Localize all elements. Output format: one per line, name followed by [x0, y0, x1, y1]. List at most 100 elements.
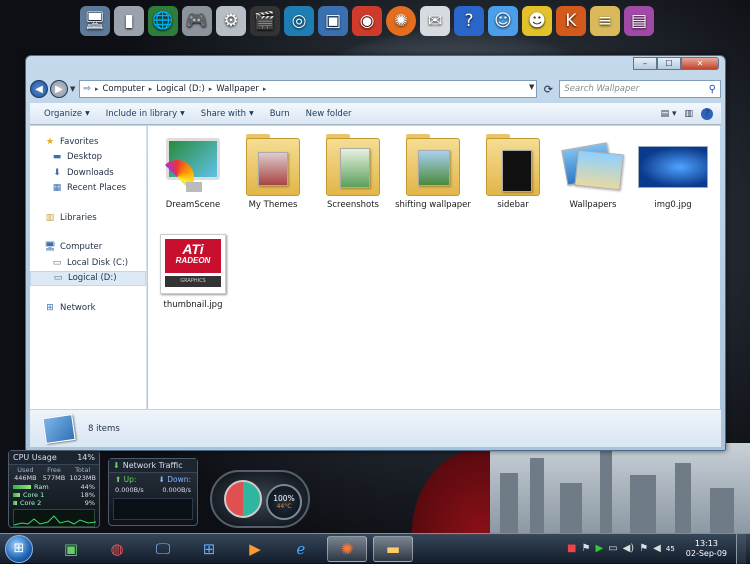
yahoo-messenger-icon[interactable]: ☻ — [522, 6, 552, 36]
nav-downloads[interactable]: ⬇ Downloads — [30, 165, 146, 181]
globe-icon[interactable]: 🌐 — [148, 6, 178, 36]
back-button[interactable]: ◀ — [30, 80, 48, 98]
cpu-title: CPU Usage — [13, 453, 57, 462]
volume-icon[interactable]: ◀) — [623, 543, 635, 554]
media-player-icon[interactable]: ◎ — [284, 6, 314, 36]
pc-tower-icon[interactable]: ▮ — [114, 6, 144, 36]
nav-recent-places[interactable]: ▦ Recent Places — [30, 181, 146, 197]
file-item[interactable]: Screenshots — [314, 132, 392, 211]
file-item[interactable]: ATi RADEON GRAPHICS thumbnail.jpg — [154, 232, 232, 311]
task-manager-icon[interactable]: ▣ — [51, 536, 91, 562]
nav-favorites[interactable]: ★ Favorites — [30, 134, 146, 150]
monitor-icon[interactable]: 🖵 — [143, 536, 183, 562]
share-with-button[interactable]: Share with ▼ — [195, 109, 260, 119]
nav-libraries-label: Libraries — [60, 212, 97, 223]
network-traffic-gadget[interactable]: ⬇ Network Traffic ⬆ Up: ⬇ Down: 0.000B/s … — [108, 458, 198, 526]
nav-computer[interactable]: 🖥 Computer — [30, 240, 146, 256]
messenger-icon[interactable]: ☺ — [488, 6, 518, 36]
address-dropdown-icon[interactable]: ▼ — [529, 83, 534, 91]
media-center-icon[interactable]: ◉ — [352, 6, 382, 36]
preview-pane-icon[interactable]: ▥ — [684, 109, 693, 119]
action-center-icon[interactable]: ⚑ — [639, 543, 648, 554]
winrar-icon[interactable]: ▤ — [624, 6, 654, 36]
address-row: ◀ ▶ ▼ ⇨ ▸ Computer ▸ Logical (D:) ▸ Wallpap… — [30, 78, 721, 100]
firefox-icon[interactable]: ✺ — [386, 6, 416, 36]
file-name: My Themes — [248, 200, 298, 210]
windows-icon[interactable]: ⊞ — [189, 536, 229, 562]
help-icon[interactable]: ? — [701, 107, 713, 120]
file-item[interactable]: img0.jpg — [634, 132, 712, 211]
recent-pages-dropdown[interactable]: ▼ — [70, 85, 75, 93]
nav-network-label: Network — [60, 302, 96, 313]
media-player-icon[interactable]: ▶ — [235, 536, 275, 562]
firefox-icon[interactable]: ✺ — [327, 535, 367, 562]
show-desktop-button[interactable] — [736, 533, 746, 564]
breadcrumb-logical-d[interactable]: Logical (D:) — [156, 84, 205, 94]
nav-network[interactable]: ⊞ Network — [30, 300, 146, 316]
photos-icon — [558, 132, 628, 198]
drive-stack-icon[interactable]: ≡ — [590, 6, 620, 36]
mail-icon[interactable]: ✉ — [420, 6, 450, 36]
file-item[interactable]: DreamScene — [154, 132, 232, 211]
help-icon[interactable]: ? — [454, 6, 484, 36]
breadcrumb-computer[interactable]: Computer — [102, 84, 144, 94]
address-bar[interactable]: ⇨ ▸ Computer ▸ Logical (D:) ▸ Wallpaper ▸ ▼ — [79, 80, 538, 98]
nav-libraries[interactable]: ▥ Libraries — [30, 210, 146, 226]
file-item[interactable]: sidebar — [474, 132, 552, 211]
search-icon[interactable]: ⚲ — [709, 84, 716, 95]
maximize-button[interactable]: ☐ — [657, 57, 681, 70]
change-view-icon[interactable]: ▤ ▾ — [661, 109, 677, 119]
image-thumbnail — [638, 132, 708, 198]
core1-bar: Core 1 18% — [9, 491, 99, 499]
computer-icon[interactable]: 🖥 — [80, 6, 110, 36]
clapperboard-icon[interactable]: 🎬 — [250, 6, 280, 36]
internet-explorer-icon[interactable]: ℯ — [281, 536, 321, 562]
start-button[interactable]: ⊞ — [5, 534, 33, 563]
include-in-library-button[interactable]: Include in library ▼ — [100, 109, 191, 119]
control-panel-icon[interactable]: ⚙ — [216, 6, 246, 36]
nav-desktop[interactable]: ▬ Desktop — [30, 150, 146, 166]
taskbar-apps: ▣ ◍ 🖵 ⊞ ▶ ℯ ✺ ▬ — [51, 535, 413, 562]
connection-icon[interactable]: ▭ — [608, 543, 617, 554]
cpu-usage-gadget[interactable]: CPU Usage 14% Used Free Total 446MB 577MB… — [8, 450, 100, 528]
clock-date: 02-Sep-09 — [685, 548, 727, 558]
burn-button[interactable]: Burn — [264, 109, 296, 119]
computer-icon: 🖥 — [44, 242, 56, 253]
close-button[interactable]: ✕ — [681, 57, 719, 70]
clock[interactable]: 13:13 02-Sep-09 — [686, 539, 727, 559]
core1-value: 18% — [80, 491, 95, 499]
nav-local-disk-c[interactable]: ▭ Local Disk (C:) — [30, 255, 146, 271]
new-folder-label: New folder — [305, 108, 352, 119]
minimize-button[interactable]: – — [633, 57, 657, 70]
file-item[interactable]: shifting wallpaper — [394, 132, 472, 211]
flag-icon[interactable]: ⚑ — [581, 543, 590, 554]
speaker-icon[interactable]: ◀ — [653, 543, 661, 554]
chevron-down-icon: ▼ — [249, 110, 254, 117]
file-item[interactable]: Wallpapers — [554, 132, 632, 211]
forward-button[interactable]: ▶ — [50, 80, 68, 98]
gamepad-icon[interactable]: 🎮 — [182, 6, 212, 36]
antivirus-icon[interactable]: ■ — [567, 543, 576, 554]
nav-favorites-label: Favorites — [60, 136, 99, 147]
new-folder-button[interactable]: New folder — [300, 109, 358, 119]
refresh-icon[interactable]: ⟳ — [540, 80, 556, 98]
k-app-icon[interactable]: K — [556, 6, 586, 36]
photo-viewer-icon[interactable]: ▣ — [318, 6, 348, 36]
explorer-icon[interactable]: ▬ — [373, 535, 413, 562]
net-up-text: Up: — [123, 475, 137, 484]
compass-icon[interactable]: ◍ — [97, 536, 137, 562]
folder-icon — [238, 132, 308, 198]
drive-icon: ▭ — [53, 273, 63, 284]
nav-logical-d[interactable]: ▭ Logical (D:) — [30, 270, 146, 286]
breadcrumb-wallpaper[interactable]: Wallpaper — [216, 84, 259, 94]
command-bar: Organize ▼ Include in library ▼ Share with… — [30, 103, 721, 125]
file-item[interactable]: My Themes — [234, 132, 312, 211]
net-down-label: ⬇ Down: — [158, 475, 191, 484]
play-icon[interactable]: ▶ — [595, 543, 603, 554]
system-gauge-gadget[interactable]: 100% 44°C — [210, 470, 310, 528]
mem-total: 1023MB — [69, 474, 96, 482]
organize-button[interactable]: Organize ▼ — [38, 109, 96, 119]
search-input[interactable]: Search Wallpaper ⚲ — [559, 80, 721, 98]
volume-level: 45 — [665, 544, 675, 553]
ati-radeon-text: RADEON — [175, 256, 211, 265]
